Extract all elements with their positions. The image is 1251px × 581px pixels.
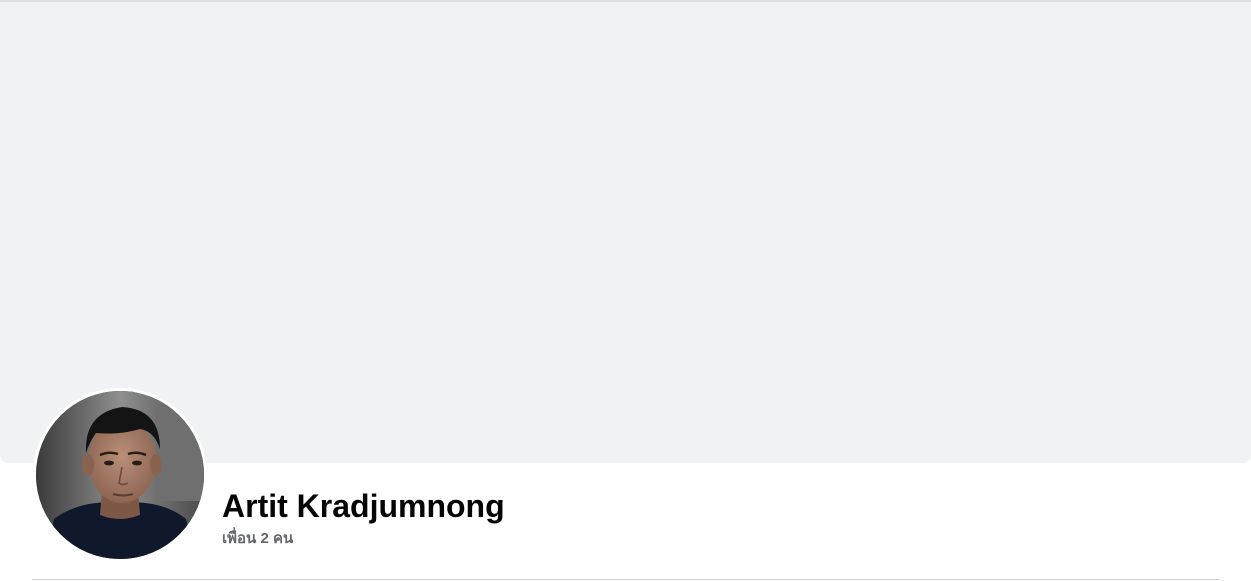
cover-photo[interactable] [0,2,1251,463]
profile-picture[interactable] [36,391,204,559]
friends-count-link[interactable]: เพื่อน 2 คน [222,529,293,549]
section-divider [32,579,1219,580]
profile-page: Artit Kradjumnong เพื่อน 2 คน [0,0,1251,581]
profile-name: Artit Kradjumnong [222,488,505,524]
profile-photo-image [36,391,204,559]
